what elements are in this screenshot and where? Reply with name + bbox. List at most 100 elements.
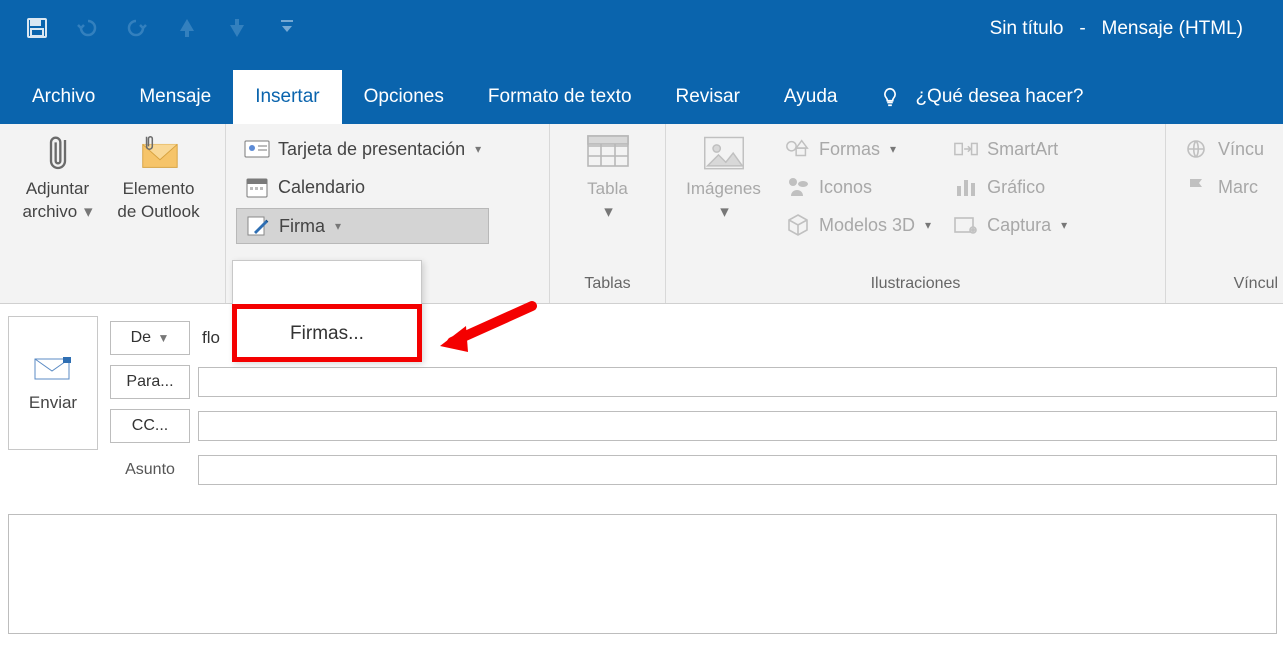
tab-opciones[interactable]: Opciones	[342, 70, 466, 124]
chevron-down-icon: ▾	[604, 201, 613, 222]
illus-stack-2: SmartArt Gráfico Captura ▾	[945, 132, 1075, 242]
models3d-label: Modelos 3D	[819, 215, 915, 236]
business-card-label: Tarjeta de presentación	[278, 139, 465, 160]
table-button[interactable]: Tabla ▾	[560, 132, 655, 223]
window-title: Sin título - Mensaje (HTML)	[990, 18, 1243, 40]
chevron-down-icon: ▾	[925, 218, 931, 232]
picture-icon	[702, 132, 746, 176]
table-label: Tabla	[587, 178, 628, 199]
signature-dropdown: Firmas...	[232, 260, 422, 362]
paperclip-icon	[36, 132, 80, 176]
icons-label: Iconos	[819, 177, 872, 198]
smartart-button[interactable]: SmartArt	[945, 132, 1075, 166]
tab-archivo[interactable]: Archivo	[10, 70, 117, 124]
next-item-icon[interactable]	[224, 15, 250, 41]
outlook-item-l1: Elemento	[123, 178, 195, 199]
group-label-ilustraciones: Ilustraciones	[666, 269, 1165, 303]
screenshot-icon	[953, 212, 979, 238]
chart-icon	[953, 174, 979, 200]
send-button[interactable]: Enviar	[8, 316, 98, 450]
table-icon	[586, 132, 630, 176]
cc-button[interactable]: CC...	[110, 409, 190, 443]
undo-icon[interactable]	[74, 15, 100, 41]
dropdown-spacer	[233, 261, 421, 307]
from-label: De	[131, 329, 151, 347]
bookmark-label: Marc	[1218, 177, 1258, 198]
shapes-label: Formas	[819, 139, 880, 160]
globe-link-icon	[1184, 136, 1210, 162]
outlook-item-l2: de Outlook	[117, 201, 199, 222]
tell-me[interactable]: ¿Qué desea hacer?	[879, 70, 1083, 124]
chart-button[interactable]: Gráfico	[945, 170, 1075, 204]
ribbon-tabs: Archivo Mensaje Insertar Opciones Format…	[0, 70, 1283, 124]
chevron-down-icon: ▾	[475, 142, 481, 156]
quick-access-toolbar	[0, 0, 300, 55]
bookmark-button[interactable]: Marc	[1176, 170, 1272, 204]
group-label-tablas: Tablas	[550, 269, 665, 303]
envelope-send-icon	[31, 353, 75, 383]
attach-file-l1: Adjuntar	[26, 178, 89, 199]
to-input[interactable]	[198, 367, 1277, 397]
from-value: flo	[198, 328, 220, 348]
shapes-icon	[785, 136, 811, 162]
signature-button[interactable]: Firma ▾	[236, 208, 489, 244]
tab-ayuda[interactable]: Ayuda	[762, 70, 860, 124]
subject-input[interactable]	[198, 455, 1277, 485]
chevron-down-icon: ▾	[1061, 218, 1067, 232]
links-stack: Víncu Marc	[1176, 132, 1272, 238]
business-card-icon	[244, 136, 270, 162]
to-button[interactable]: Para...	[110, 365, 190, 399]
title-separator: -	[1079, 18, 1085, 39]
shapes-button[interactable]: Formas ▾	[777, 132, 939, 166]
doc-title: Sin título	[990, 18, 1064, 39]
message-body[interactable]	[8, 514, 1277, 634]
ribbon: Adjuntar archivo ▾ Elemento de Outlook	[0, 124, 1283, 304]
screenshot-label: Captura	[987, 215, 1051, 236]
cc-input[interactable]	[198, 411, 1277, 441]
icons-button[interactable]: Iconos	[777, 170, 939, 204]
send-label: Enviar	[29, 393, 77, 413]
previous-item-icon[interactable]	[174, 15, 200, 41]
images-button[interactable]: Imágenes ▾	[676, 132, 771, 223]
message-mode: Mensaje (HTML)	[1102, 18, 1243, 39]
group-incluir: Adjuntar archivo ▾ Elemento de Outlook	[0, 124, 226, 303]
chevron-down-icon: ▾	[84, 202, 93, 221]
redo-icon[interactable]	[124, 15, 150, 41]
chart-label: Gráfico	[987, 177, 1045, 198]
include-stack: Tarjeta de presentación ▾ Calendario Fir…	[236, 132, 489, 244]
tab-insertar[interactable]: Insertar	[233, 70, 341, 124]
lightbulb-icon	[879, 86, 901, 108]
save-icon[interactable]	[24, 15, 50, 41]
calendar-label: Calendario	[278, 177, 365, 198]
group-ilustraciones: Imágenes ▾ Formas ▾ Iconos	[666, 124, 1166, 303]
tell-me-text: ¿Qué desea hacer?	[915, 86, 1083, 108]
to-row: Para...	[98, 360, 1277, 404]
attach-file-button[interactable]: Adjuntar archivo ▾	[10, 132, 105, 223]
calendar-button[interactable]: Calendario	[236, 170, 489, 204]
screenshot-button[interactable]: Captura ▾	[945, 208, 1075, 242]
images-label: Imágenes	[686, 178, 761, 199]
business-card-button[interactable]: Tarjeta de presentación ▾	[236, 132, 489, 166]
chevron-down-icon: ▾	[720, 201, 729, 222]
smartart-icon	[953, 136, 979, 162]
tab-mensaje[interactable]: Mensaje	[117, 70, 233, 124]
tab-formato[interactable]: Formato de texto	[466, 70, 654, 124]
models3d-button[interactable]: Modelos 3D ▾	[777, 208, 939, 242]
chevron-down-icon: ▼	[158, 331, 170, 345]
tab-revisar[interactable]: Revisar	[654, 70, 762, 124]
customize-qat-icon[interactable]	[274, 15, 300, 41]
group-vinculos: Víncu Marc Víncul	[1166, 124, 1282, 303]
attach-file-l2: archivo	[22, 202, 77, 221]
calendar-icon	[244, 174, 270, 200]
signatures-menu-label: Firmas...	[290, 323, 364, 345]
outlook-item-button[interactable]: Elemento de Outlook	[111, 132, 206, 223]
envelope-clip-icon	[137, 132, 181, 176]
cube-icon	[785, 212, 811, 238]
from-button[interactable]: De ▼	[110, 321, 190, 355]
illus-stack-1: Formas ▾ Iconos Modelos 3D ▾	[777, 132, 939, 242]
signature-label: Firma	[279, 216, 325, 237]
group-label-vinculos: Víncul	[1166, 269, 1282, 303]
hyperlink-button[interactable]: Víncu	[1176, 132, 1272, 166]
icons-icon	[785, 174, 811, 200]
signatures-menu-item[interactable]: Firmas...	[233, 307, 421, 361]
